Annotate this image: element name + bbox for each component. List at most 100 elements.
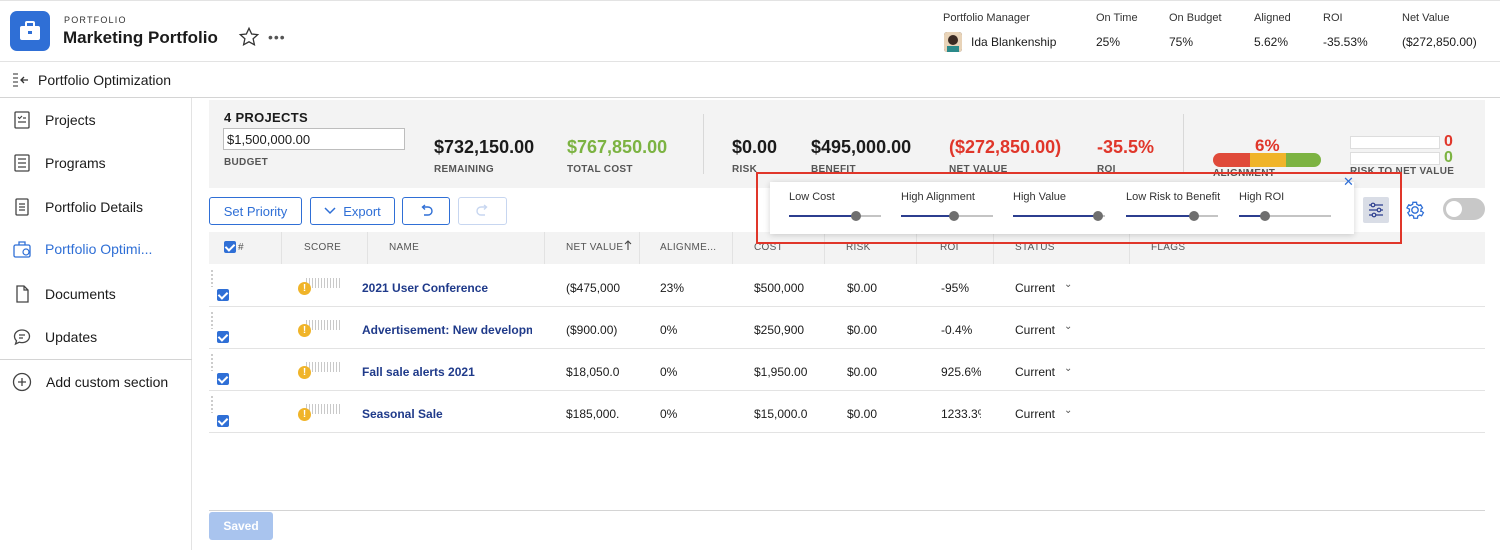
slider-high-alignment[interactable]: High Alignment xyxy=(901,191,1001,227)
net-value-cell: $18,050.0 xyxy=(566,365,620,379)
slider-high-value[interactable]: High Value xyxy=(1013,191,1113,227)
undo-button[interactable] xyxy=(402,197,450,225)
roi-cell: -95% xyxy=(941,281,970,295)
alignment-cell: 0% xyxy=(660,323,678,337)
slider-fill xyxy=(1126,215,1194,217)
slider-high-roi[interactable]: High ROI xyxy=(1239,191,1339,227)
stat-value-roi: -35.53% xyxy=(1323,35,1368,49)
slider-label: Low Risk to Benefit xyxy=(1126,191,1221,203)
stat-label-manager: Portfolio Manager xyxy=(943,12,1030,24)
score-meter xyxy=(306,320,340,330)
risk-to-net-bar-top xyxy=(1350,136,1440,149)
slider-knob[interactable] xyxy=(1093,211,1103,221)
column-header-name[interactable]: NAME xyxy=(389,242,419,253)
slider-knob[interactable] xyxy=(851,211,861,221)
drag-handle-icon[interactable] xyxy=(210,395,214,413)
select-all-checkbox[interactable] xyxy=(224,241,236,253)
drag-handle-icon[interactable] xyxy=(210,353,214,371)
saved-button[interactable]: Saved xyxy=(209,512,273,540)
close-popover-icon[interactable]: ✕ xyxy=(1343,174,1354,190)
slider-track[interactable] xyxy=(1126,211,1218,221)
column-divider xyxy=(824,232,825,264)
stat-value-manager[interactable]: Ida Blankenship xyxy=(971,35,1056,49)
chevron-down-icon[interactable]: ⌄ xyxy=(1064,363,1072,374)
column-header-status[interactable]: STATUS xyxy=(1015,242,1055,253)
column-header-index[interactable]: # xyxy=(238,242,244,253)
column-header-alignment[interactable]: ALIGNME... xyxy=(660,242,720,253)
chevron-down-icon[interactable]: ⌄ xyxy=(1064,279,1072,290)
portfolio-briefcase-icon[interactable] xyxy=(10,11,50,51)
slider-knob[interactable] xyxy=(949,211,959,221)
slider-track[interactable] xyxy=(901,211,993,221)
sidebar-item-documents[interactable]: Documents xyxy=(0,274,192,314)
slider-track[interactable] xyxy=(789,211,881,221)
cost-cell: $1,950.00 xyxy=(754,365,808,379)
row-checkbox[interactable] xyxy=(217,331,229,343)
cost-cell: $500,000 xyxy=(754,281,805,295)
slider-low-risk-to-benefit[interactable]: Low Risk to Benefit xyxy=(1126,191,1226,227)
budget-caption: BUDGET xyxy=(224,157,269,168)
page-title: Marketing Portfolio xyxy=(63,28,218,47)
sidebar-item-label: Portfolio Details xyxy=(45,199,144,215)
project-name-link[interactable]: Seasonal Sale xyxy=(362,407,532,421)
programs-icon xyxy=(14,154,30,172)
star-icon[interactable] xyxy=(238,26,260,48)
column-divider xyxy=(544,232,545,264)
set-priority-button[interactable]: Set Priority xyxy=(209,197,302,225)
slider-knob[interactable] xyxy=(1189,211,1199,221)
table-row[interactable]: ! Advertisement: New developm ($900.00) … xyxy=(209,307,1485,349)
net-value-caption: NET VALUE xyxy=(949,164,1008,175)
status-cell[interactable]: Current xyxy=(1015,365,1055,379)
collapse-sidebar-icon[interactable] xyxy=(12,72,30,88)
risk-caption: RISK xyxy=(732,164,758,175)
row-checkbox[interactable] xyxy=(217,415,229,427)
column-header-roi[interactable]: ROI xyxy=(940,242,959,253)
net-value-cell: ($900.00) xyxy=(566,323,618,337)
redo-button[interactable] xyxy=(458,197,507,225)
row-checkbox[interactable] xyxy=(217,373,229,385)
column-header-cost[interactable]: COST xyxy=(754,242,783,253)
more-options-icon[interactable]: ••• xyxy=(268,29,286,45)
sidebar-item-updates[interactable]: Updates xyxy=(0,317,192,357)
add-custom-section-button[interactable]: Add custom section xyxy=(0,362,192,402)
risk-to-net-bar-bottom xyxy=(1350,152,1440,165)
gear-icon[interactable] xyxy=(1404,199,1426,221)
slider-low-cost[interactable]: Low Cost xyxy=(789,191,889,227)
project-name-link[interactable]: Advertisement: New developm xyxy=(362,323,532,337)
chevron-down-icon[interactable]: ⌄ xyxy=(1064,321,1072,332)
row-checkbox[interactable] xyxy=(217,289,229,301)
drag-handle-icon[interactable] xyxy=(210,311,214,329)
sidebar-item-portfolio-details[interactable]: Portfolio Details xyxy=(0,187,192,227)
status-cell[interactable]: Current xyxy=(1015,407,1055,421)
column-header-score[interactable]: SCORE xyxy=(304,242,341,253)
risk-cell: $0.00 xyxy=(847,365,878,379)
table-row[interactable]: ! Fall sale alerts 2021 $18,050.0 0% $1,… xyxy=(209,349,1485,391)
slider-track[interactable] xyxy=(1013,211,1105,221)
table-row[interactable]: ! 2021 User Conference ($475,000 23% $50… xyxy=(209,265,1485,307)
status-cell[interactable]: Current xyxy=(1015,281,1055,295)
column-header-flags[interactable]: FLAGS xyxy=(1151,242,1185,253)
drag-handle-icon[interactable] xyxy=(210,269,214,287)
sidebar-item-projects[interactable]: Projects xyxy=(0,100,192,140)
column-header-risk[interactable]: RISK xyxy=(846,242,871,253)
toggle-switch[interactable] xyxy=(1443,198,1485,220)
priority-sliders-toggle-button[interactable] xyxy=(1363,197,1389,223)
slider-track[interactable] xyxy=(1239,211,1331,221)
slider-knob[interactable] xyxy=(1260,211,1270,221)
sliders-icon xyxy=(1369,202,1383,218)
risk-to-net-caption: RISK TO NET VALUE xyxy=(1350,166,1455,177)
column-header-net-value[interactable]: NET VALUE xyxy=(566,242,623,253)
manager-avatar[interactable] xyxy=(944,32,962,52)
project-name-link[interactable]: 2021 User Conference xyxy=(362,281,532,295)
net-value-value: ($272,850.00) xyxy=(949,137,1062,157)
budget-input[interactable] xyxy=(223,128,405,150)
project-name-link[interactable]: Fall sale alerts 2021 xyxy=(362,365,532,379)
table-row[interactable]: ! Seasonal Sale $185,000. 0% $15,000.0 $… xyxy=(209,391,1485,433)
chevron-down-icon[interactable]: ⌄ xyxy=(1064,405,1072,416)
footer-divider xyxy=(209,510,1485,511)
sidebar-item-programs[interactable]: Programs xyxy=(0,143,192,183)
sort-ascending-icon[interactable] xyxy=(624,240,632,251)
sidebar-item-portfolio-optimizer[interactable]: Portfolio Optimi... xyxy=(0,229,192,269)
status-cell[interactable]: Current xyxy=(1015,323,1055,337)
export-button[interactable]: Export xyxy=(310,197,395,225)
